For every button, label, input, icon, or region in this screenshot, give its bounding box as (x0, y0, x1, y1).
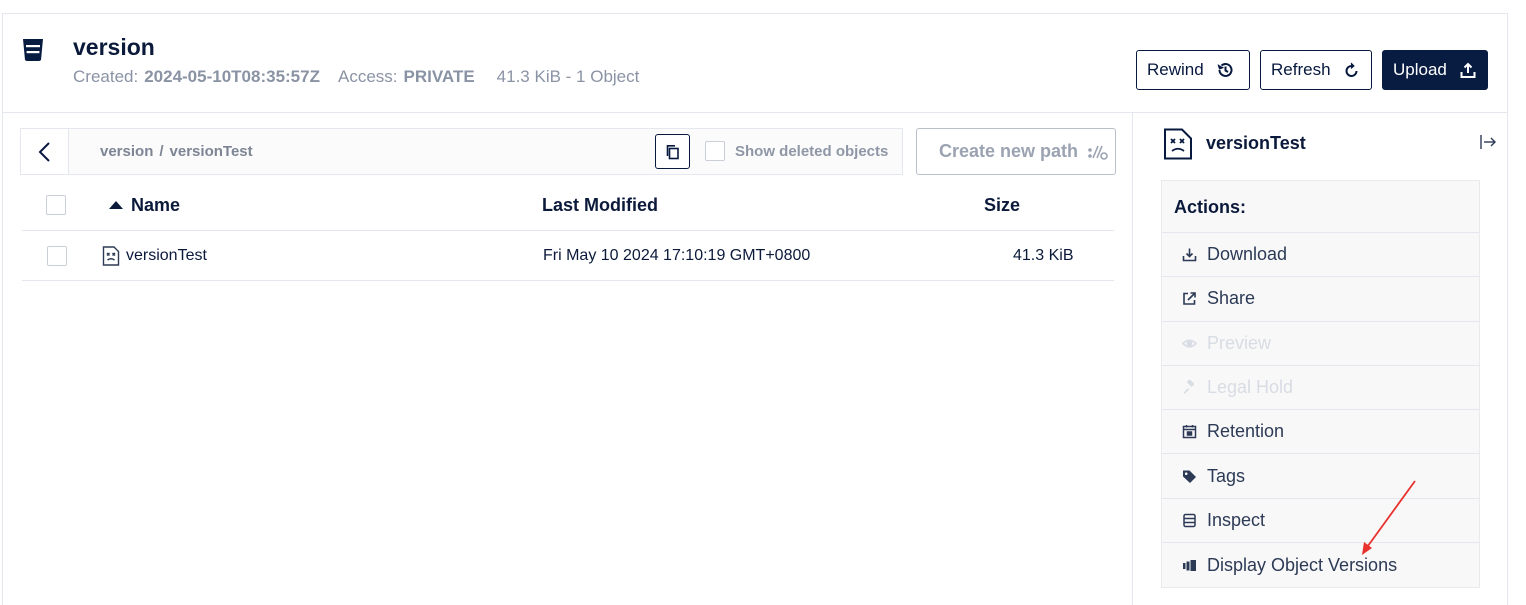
rewind-button-label: Rewind (1147, 60, 1204, 79)
file-icon (102, 246, 120, 266)
table-row-size: 41.3 KiB (1013, 247, 1074, 264)
breadcrumb-bar: version / versionTest Show deleted objects (20, 128, 903, 175)
refresh-button[interactable]: Refresh (1260, 50, 1372, 90)
action-inspect[interactable]: Inspect (1162, 499, 1479, 544)
tag-icon (1183, 470, 1196, 483)
sort-ascending-icon[interactable] (109, 201, 123, 209)
show-deleted-label[interactable]: Show deleted objects (735, 143, 888, 160)
share-icon (1183, 292, 1196, 306)
breadcrumb-item-current[interactable]: versionTest (170, 143, 253, 160)
create-new-path-button[interactable]: Create new path (916, 128, 1116, 175)
action-tags-label: Tags (1207, 465, 1246, 486)
column-header-last-modified[interactable]: Last Modified (542, 195, 658, 216)
action-preview: Preview (1162, 322, 1479, 366)
table-header-divider (22, 230, 1114, 231)
inspect-icon (1183, 513, 1196, 528)
chevron-left-icon (38, 141, 50, 162)
panel-divider (1132, 112, 1133, 605)
created-value: 2024-05-10T08:35:57Z (144, 67, 320, 86)
history-icon (1217, 62, 1233, 77)
upload-button[interactable]: Upload (1382, 50, 1488, 90)
action-display-object-versions[interactable]: Display Object Versions (1162, 543, 1479, 587)
download-icon (1182, 248, 1197, 262)
access-label: Access: (337, 67, 398, 86)
table-row-name[interactable]: versionTest (126, 247, 207, 265)
action-share[interactable]: Share (1162, 277, 1479, 322)
actions-panel: Actions: Download Share Preview Legal Ho… (1161, 180, 1480, 588)
action-retention-label: Retention (1207, 421, 1285, 442)
action-legal-hold-label: Legal Hold (1207, 377, 1294, 398)
header-divider (3, 112, 1507, 113)
action-tags[interactable]: Tags (1162, 454, 1479, 499)
new-path-icon (1088, 145, 1108, 160)
usage-summary: 41.3 KiB - 1 Object (496, 67, 640, 86)
column-header-name[interactable]: Name (131, 195, 180, 216)
upload-button-label: Upload (1393, 60, 1447, 79)
action-download-label: Download (1207, 244, 1288, 265)
versions-icon (1183, 559, 1196, 571)
breadcrumb: version / versionTest (100, 143, 253, 160)
breadcrumb-item-bucket[interactable]: version (100, 143, 153, 160)
copy-icon (666, 144, 679, 159)
action-preview-label: Preview (1207, 332, 1272, 353)
action-legal-hold: Legal Hold (1162, 366, 1479, 411)
action-retention[interactable]: Retention (1162, 410, 1479, 455)
collapse-panel-icon[interactable] (1479, 133, 1497, 151)
refresh-icon (1345, 62, 1358, 77)
access-value: PRIVATE (403, 67, 475, 86)
refresh-button-label: Refresh (1271, 60, 1331, 79)
bucket-title: version (73, 34, 155, 60)
breadcrumb-separator: / (159, 143, 164, 160)
calendar-icon (1182, 425, 1197, 439)
select-all-checkbox[interactable] (46, 195, 66, 215)
row-checkbox[interactable] (47, 246, 67, 266)
table-row-last-modified: Fri May 10 2024 17:10:19 GMT+0800 (543, 247, 811, 264)
back-button[interactable] (21, 129, 69, 174)
show-deleted-checkbox[interactable] (705, 141, 725, 161)
file-icon (1164, 128, 1192, 160)
action-inspect-label: Inspect (1207, 509, 1266, 530)
table-row-divider (22, 280, 1114, 281)
bucket-metadata: Created: 2024-05-10T08:35:57Z Access: PRIVA… (73, 67, 639, 87)
action-download[interactable]: Download (1162, 233, 1479, 278)
upload-icon (1460, 62, 1476, 78)
rewind-button[interactable]: Rewind (1136, 50, 1250, 90)
action-display-object-versions-label: Display Object Versions (1207, 554, 1398, 575)
bucket-icon (23, 39, 43, 61)
eye-icon (1182, 339, 1197, 348)
copy-path-button[interactable] (655, 134, 690, 169)
action-share-label: Share (1207, 288, 1256, 309)
gavel-icon (1183, 380, 1195, 395)
actions-title: Actions: (1162, 181, 1479, 233)
panel-title: versionTest (1206, 133, 1306, 153)
create-new-path-label: Create new path (939, 141, 1079, 161)
column-header-size[interactable]: Size (984, 195, 1020, 216)
created-label: Created: (73, 67, 139, 86)
